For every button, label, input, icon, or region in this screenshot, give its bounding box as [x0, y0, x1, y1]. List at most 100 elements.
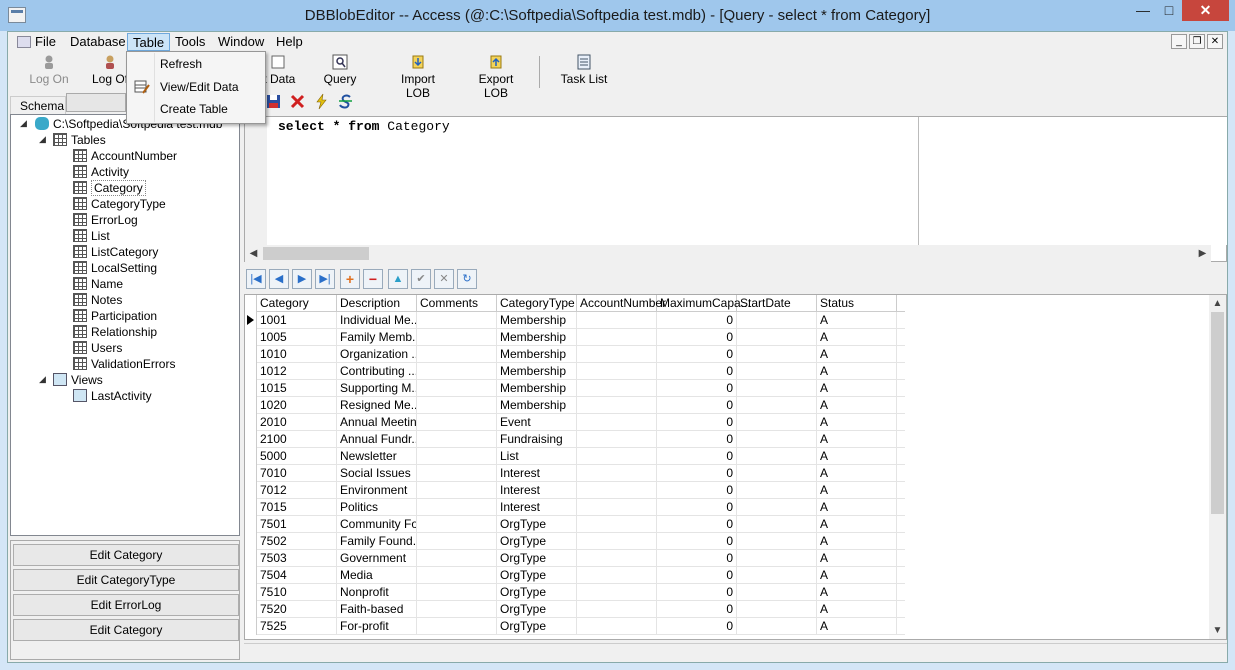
column-header[interactable]: StartDate — [737, 295, 817, 312]
table-row[interactable]: 7510 Nonprofit OrgType 0 A — [245, 584, 905, 601]
table-row[interactable]: 7525 For-profit OrgType 0 A — [245, 618, 905, 635]
grid-cell[interactable]: A — [817, 516, 897, 533]
grid-cell[interactable]: 7012 — [257, 482, 337, 499]
grid-cell[interactable]: 2100 — [257, 431, 337, 448]
grid-cell[interactable]: Membership — [497, 346, 577, 363]
row-indicator[interactable] — [245, 618, 257, 635]
grid-cell[interactable] — [577, 414, 657, 431]
table-row[interactable]: 1010 Organization ... Membership 0 A — [245, 346, 905, 363]
sql-horizontal-scrollbar[interactable]: ◀ ▶ — [245, 245, 1211, 262]
grid-cell[interactable]: 7503 — [257, 550, 337, 567]
menu-window[interactable]: Window — [213, 33, 269, 51]
grid-cell[interactable]: Family Found... — [337, 533, 417, 550]
tree-table-item[interactable]: Relationship — [73, 324, 157, 340]
grid-cell[interactable]: 1012 — [257, 363, 337, 380]
table-row[interactable]: 7010 Social Issues Interest 0 A — [245, 465, 905, 482]
scroll-right-icon[interactable]: ▶ — [1194, 245, 1211, 262]
grid-cell[interactable]: Supporting M... — [337, 380, 417, 397]
grid-cell[interactable]: 7525 — [257, 618, 337, 635]
grid-cell[interactable] — [577, 482, 657, 499]
grid-cell[interactable]: 0 — [657, 414, 737, 431]
grid-cell[interactable]: A — [817, 414, 897, 431]
tree-table-item[interactable]: CategoryType — [73, 196, 166, 212]
grid-cell[interactable] — [737, 499, 817, 516]
grid-cell[interactable]: 7510 — [257, 584, 337, 601]
grid-cell[interactable]: 0 — [657, 448, 737, 465]
last-record-icon[interactable]: ▶| — [315, 269, 335, 289]
grid-cell[interactable] — [417, 584, 497, 601]
column-header[interactable]: MaximumCapa... — [657, 295, 751, 312]
grid-cell[interactable]: Membership — [497, 329, 577, 346]
menu-item-view-edit-data[interactable]: View/Edit Data — [128, 76, 264, 98]
scroll-down-icon[interactable]: ▼ — [1209, 622, 1226, 639]
menu-table[interactable]: Table — [127, 33, 171, 51]
grid-cell[interactable]: Social Issues — [337, 465, 417, 482]
tree-table-item[interactable]: Users — [73, 340, 122, 356]
grid-cell[interactable]: 0 — [657, 346, 737, 363]
table-row[interactable]: 7504 Media OrgType 0 A — [245, 567, 905, 584]
tree-table-item[interactable]: AccountNumber — [73, 148, 177, 164]
row-indicator[interactable] — [245, 482, 257, 499]
grid-cell[interactable]: A — [817, 601, 897, 618]
grid-cell[interactable] — [577, 397, 657, 414]
grid-cell[interactable]: 0 — [657, 550, 737, 567]
row-indicator[interactable] — [245, 584, 257, 601]
scroll-thumb[interactable] — [263, 247, 369, 260]
table-row[interactable]: 1020 Resigned Me... Membership 0 A — [245, 397, 905, 414]
grid-cell[interactable]: A — [817, 448, 897, 465]
grid-cell[interactable] — [737, 380, 817, 397]
delete-icon[interactable] — [289, 93, 306, 110]
edit-errorlog-button[interactable]: Edit ErrorLog — [13, 594, 239, 616]
grid-cell[interactable] — [417, 550, 497, 567]
grid-cell[interactable]: List — [497, 448, 577, 465]
grid-cell[interactable]: A — [817, 397, 897, 414]
grid-cell[interactable]: 0 — [657, 584, 737, 601]
grid-cell[interactable] — [577, 346, 657, 363]
grid-cell[interactable] — [737, 533, 817, 550]
grid-cell[interactable] — [577, 465, 657, 482]
grid-cell[interactable]: 0 — [657, 618, 737, 635]
grid-cell[interactable]: Politics — [337, 499, 417, 516]
grid-cell[interactable] — [417, 312, 497, 329]
table-row[interactable]: 7015 Politics Interest 0 A — [245, 499, 905, 516]
grid-cell[interactable]: 0 — [657, 601, 737, 618]
grid-cell[interactable]: Media — [337, 567, 417, 584]
tree-table-item[interactable]: ValidationErrors — [73, 356, 175, 372]
grid-cell[interactable] — [737, 312, 817, 329]
row-indicator[interactable] — [245, 431, 257, 448]
scroll-left-icon[interactable]: ◀ — [245, 245, 262, 262]
prior-record-icon[interactable]: ◀ — [269, 269, 289, 289]
grid-cell[interactable] — [577, 312, 657, 329]
grid-cell[interactable] — [577, 601, 657, 618]
grid-cell[interactable] — [417, 329, 497, 346]
sql-text[interactable]: select * from Category — [278, 119, 450, 134]
grid-cell[interactable]: 1005 — [257, 329, 337, 346]
row-indicator[interactable] — [245, 329, 257, 346]
row-indicator[interactable] — [245, 363, 257, 380]
grid-cell[interactable] — [737, 584, 817, 601]
grid-cell[interactable] — [737, 448, 817, 465]
grid-cell[interactable]: Nonprofit — [337, 584, 417, 601]
grid-cell[interactable]: Interest — [497, 465, 577, 482]
grid-cell[interactable] — [737, 516, 817, 533]
refresh-record-icon[interactable]: ↻ — [457, 269, 477, 289]
grid-cell[interactable] — [577, 618, 657, 635]
row-indicator[interactable] — [245, 499, 257, 516]
grid-cell[interactable] — [417, 482, 497, 499]
tree-table-item[interactable]: List — [73, 228, 110, 244]
grid-cell[interactable]: OrgType — [497, 533, 577, 550]
table-row[interactable]: 7501Community Fo... OrgType 0 A — [245, 516, 905, 533]
grid-cell[interactable] — [577, 567, 657, 584]
grid-cell[interactable]: 0 — [657, 465, 737, 482]
grid-cell[interactable]: 0 — [657, 516, 737, 533]
column-header[interactable]: Status — [817, 295, 897, 312]
save-icon[interactable] — [265, 93, 282, 110]
grid-cell[interactable] — [577, 584, 657, 601]
grid-cell[interactable] — [737, 567, 817, 584]
grid-cell[interactable] — [577, 431, 657, 448]
table-row[interactable]: 7503 Government OrgType 0 A — [245, 550, 905, 567]
column-header[interactable]: AccountNumber — [577, 295, 666, 312]
edit-category-button[interactable]: Edit Category — [13, 544, 239, 566]
row-indicator[interactable] — [245, 550, 257, 567]
column-header[interactable]: Comments — [417, 295, 497, 312]
